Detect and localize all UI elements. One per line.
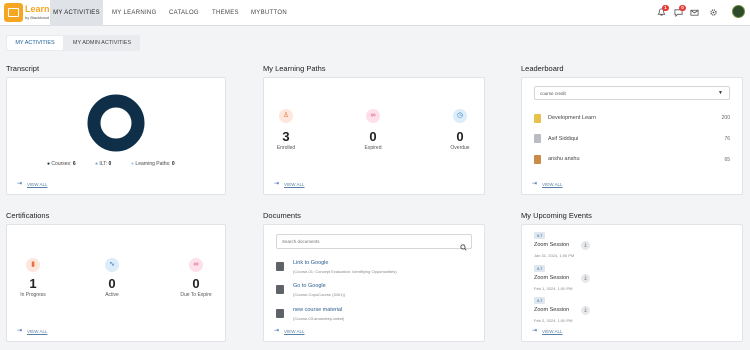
download-icon[interactable]: ⤓ xyxy=(581,274,590,283)
upcoming-events-title: My Upcoming Events xyxy=(521,211,592,220)
learning-paths-card: ♙ 3 Enrolled ∞ 0 Expired ◷ 0 Overdue ⇥ V… xyxy=(263,77,485,195)
certifications-card: ▮ 1 In Progress ∿ 0 Active ∞ 0 Due To Ex… xyxy=(6,224,226,342)
event-date-1: Jan 31, 2024, 1:00 PM xyxy=(534,253,575,258)
notification-badge: 1 xyxy=(662,5,669,11)
documents-title: Documents xyxy=(263,211,301,220)
mail-icon[interactable] xyxy=(689,8,699,18)
due-to-expire-count: 0 xyxy=(192,276,200,291)
chevron-down-icon: ▼ xyxy=(718,90,723,96)
in-progress-label: In Progress xyxy=(20,292,46,298)
arrow-right-icon: ⇥ xyxy=(17,328,23,334)
leaderboard-score-3: 65 xyxy=(724,157,730,163)
event-type-badge: ILT xyxy=(534,297,546,304)
arrow-right-icon: ⇥ xyxy=(274,181,280,187)
leaderboard-score-2: 76 xyxy=(724,136,730,142)
leaderboard-name-2: Asif Siddiqui xyxy=(548,136,579,142)
logo-subtext: by Blackbaud xyxy=(25,15,50,20)
leaderboard-card: course credit ▼ Development Learn 200 As… xyxy=(521,77,743,195)
nav-mybutton[interactable]: MYBUTTON xyxy=(251,0,287,26)
transcript-donut-chart xyxy=(87,94,145,152)
leaderboard-name-1: Development Learn xyxy=(548,115,597,121)
link-icon: ∞ xyxy=(189,258,203,272)
event-title-2[interactable]: Zoom Session xyxy=(534,275,569,281)
link-icon: ∞ xyxy=(366,109,380,123)
event-date-3: Feb 2, 2024, 1:00 PM xyxy=(534,318,573,323)
bronze-medal-icon xyxy=(534,155,541,164)
tab-my-activities[interactable]: MY ACTIVITIES xyxy=(7,36,63,50)
gear-icon[interactable] xyxy=(708,8,718,18)
overdue-count: 0 xyxy=(456,129,464,144)
person-icon: ♙ xyxy=(279,109,293,123)
document-title-1[interactable]: Link to Google xyxy=(293,260,328,266)
leaderboard-select-value: course credit xyxy=(540,91,566,96)
download-icon[interactable]: ⤓ xyxy=(581,241,590,250)
transcript-card: ● Courses: 6 ● ILT: 0 ● Learning Paths: … xyxy=(6,77,226,195)
learning-paths-view-all-link[interactable]: VIEW ALL xyxy=(284,182,305,187)
nav-catalog[interactable]: CATALOG xyxy=(169,0,199,26)
upcoming-events-card: ILT Zoom Session ⤓ Jan 31, 2024, 1:00 PM… xyxy=(521,224,743,342)
document-icon xyxy=(276,262,284,271)
document-subtitle-3: (Course-03.amardeep-latest) xyxy=(293,316,345,321)
message-badge: 0 xyxy=(679,5,686,11)
gold-medal-icon xyxy=(534,114,541,123)
event-date-2: Feb 1, 2024, 1:00 PM xyxy=(534,286,573,291)
learning-paths-title: My Learning Paths xyxy=(263,64,326,73)
arrow-right-icon: ⇥ xyxy=(274,328,280,334)
overdue-label: Overdue xyxy=(450,145,470,151)
document-icon xyxy=(276,285,284,294)
legend-ilt: ● ILT: 0 xyxy=(95,161,112,167)
leaderboard-title: Leaderboard xyxy=(521,64,564,73)
nav-themes[interactable]: THEMES xyxy=(212,0,239,26)
download-icon[interactable]: ⤓ xyxy=(581,306,590,315)
documents-view-all-link[interactable]: VIEW ALL xyxy=(284,329,305,334)
document-title-2[interactable]: Go to Google xyxy=(293,283,326,289)
document-subtitle-2: (Course-CopuCourse (3401)) xyxy=(293,292,346,297)
active-count: 0 xyxy=(108,276,116,291)
arrow-right-icon: ⇥ xyxy=(17,181,23,187)
certifications-view-all-link[interactable]: VIEW ALL xyxy=(27,329,48,334)
document-title-3[interactable]: new course material xyxy=(293,307,342,313)
leaderboard-metric-select[interactable]: course credit ▼ xyxy=(534,86,730,100)
events-view-all-link[interactable]: VIEW ALL xyxy=(542,329,563,334)
logo-text[interactable]: Learn xyxy=(25,4,50,14)
due-to-expire-label: Due To Expire xyxy=(180,292,212,298)
in-progress-count: 1 xyxy=(29,276,37,291)
enrolled-count: 3 xyxy=(282,129,290,144)
search-documents-input[interactable] xyxy=(282,239,452,244)
expired-label: Expired xyxy=(364,145,382,151)
search-icon[interactable] xyxy=(460,238,467,256)
document-icon xyxy=(276,309,284,318)
logo-icon[interactable] xyxy=(4,3,23,22)
certifications-title: Certifications xyxy=(6,211,50,220)
avatar[interactable] xyxy=(732,5,745,18)
enrolled-label: Enrolled xyxy=(276,145,296,151)
event-title-1[interactable]: Zoom Session xyxy=(534,242,569,248)
legend-learning-paths: ● Learning Paths: 0 xyxy=(131,161,175,167)
event-type-badge: ILT xyxy=(534,265,546,272)
event-title-3[interactable]: Zoom Session xyxy=(534,307,569,313)
pulse-icon: ∿ xyxy=(105,258,119,272)
event-type-badge: ILT xyxy=(534,232,546,239)
document-subtitle-1: (Course-01: Concept Evaluation: Identify… xyxy=(293,269,397,274)
activity-tabs: MY ACTIVITIES MY ADMIN ACTIVITIES xyxy=(6,35,140,51)
tab-my-admin-activities[interactable]: MY ADMIN ACTIVITIES xyxy=(65,36,139,50)
arrow-right-icon: ⇥ xyxy=(532,181,538,187)
active-label: Active xyxy=(105,292,119,298)
nav-my-learning[interactable]: MY LEARNING xyxy=(112,0,157,26)
transcript-view-all-link[interactable]: VIEW ALL xyxy=(27,182,48,187)
bar-chart-icon: ▮ xyxy=(26,258,40,272)
silver-medal-icon xyxy=(534,134,541,143)
leaderboard-view-all-link[interactable]: VIEW ALL xyxy=(542,182,563,187)
arrow-right-icon: ⇥ xyxy=(532,328,538,334)
leaderboard-score-1: 200 xyxy=(721,115,730,121)
expired-count: 0 xyxy=(369,129,377,144)
clock-icon: ◷ xyxy=(453,109,467,123)
transcript-title: Transcript xyxy=(6,64,40,73)
documents-card: Link to Google (Course-01: Concept Evalu… xyxy=(263,224,485,342)
nav-my-activities[interactable]: MY ACTIVITIES xyxy=(50,0,103,26)
top-navigation-bar: Learn by Blackbaud MY ACTIVITIES MY LEAR… xyxy=(0,0,750,26)
leaderboard-name-3: anshu anshu xyxy=(548,156,580,162)
documents-search-box xyxy=(276,234,472,251)
legend-courses: ● Courses: 6 xyxy=(47,161,76,167)
